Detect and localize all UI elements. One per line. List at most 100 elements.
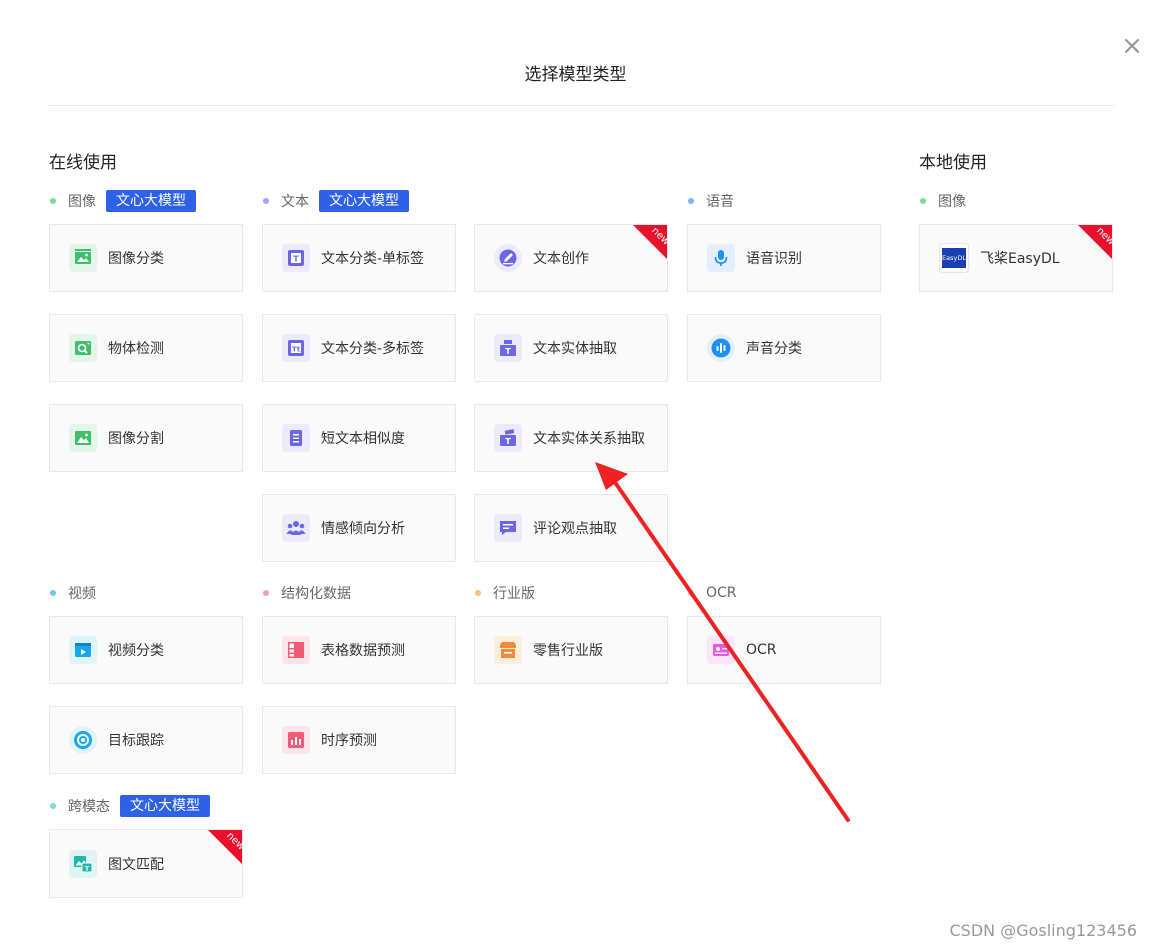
group-dot	[688, 590, 694, 596]
card-table-data-prediction[interactable]: 表格数据预测	[262, 616, 456, 684]
image-icon	[69, 244, 97, 272]
card-label: 视频分类	[108, 643, 164, 659]
table-icon	[282, 636, 310, 664]
card-label: 文本实体抽取	[533, 341, 617, 357]
card-label: OCR	[746, 642, 777, 658]
pen-icon	[494, 244, 522, 272]
text-tt-icon: Tt	[282, 334, 310, 362]
card-target-tracking[interactable]: 目标跟踪	[49, 706, 243, 774]
section-local-title: 本地使用	[919, 153, 987, 173]
card-label: 时序预测	[321, 733, 377, 749]
card-label: 短文本相似度	[321, 431, 405, 447]
card-image-text-matching[interactable]: T 图文匹配 new	[49, 829, 243, 898]
users-icon	[282, 514, 310, 542]
card-timeseries-prediction[interactable]: 时序预测	[262, 706, 456, 774]
close-button[interactable]: ×	[1120, 33, 1144, 59]
group-structured: 结构化数据	[261, 581, 351, 605]
image-text-icon: T	[69, 849, 97, 878]
group-speech-label: 语音	[706, 194, 734, 210]
card-label: 声音分类	[746, 341, 802, 357]
group-video-label: 视频	[68, 586, 96, 602]
sound-bars-icon	[707, 334, 735, 362]
card-object-detect[interactable]: 物体检测	[49, 314, 243, 382]
group-text: 文本 文心大模型	[261, 189, 409, 213]
microphone-icon	[707, 244, 735, 272]
card-entity-extraction[interactable]: T 文本实体抽取	[474, 314, 668, 382]
video-play-icon	[69, 636, 97, 664]
group-dot	[688, 198, 694, 204]
group-video: 视频	[48, 581, 96, 605]
card-ocr[interactable]: OCR	[687, 616, 881, 684]
card-label: 物体检测	[108, 341, 164, 357]
svg-text:T: T	[85, 864, 90, 872]
card-label: 语音识别	[746, 251, 802, 267]
image-icon	[69, 424, 97, 452]
card-sound-classification[interactable]: 声音分类	[687, 314, 881, 382]
card-speech-recognition[interactable]: 语音识别	[687, 224, 881, 292]
title-divider	[48, 105, 1114, 106]
group-local-image: 图像	[918, 189, 966, 213]
group-industry-label: 行业版	[493, 586, 535, 602]
group-image-label: 图像	[68, 194, 96, 210]
card-retail-industry[interactable]: 零售行业版	[474, 616, 668, 684]
card-text-single-label[interactable]: T 文本分类-单标签	[262, 224, 456, 292]
group-dot	[263, 590, 269, 596]
card-label: 情感倾向分析	[321, 521, 405, 537]
group-dot	[50, 803, 56, 809]
card-label: 评论观点抽取	[533, 521, 617, 537]
card-paddle-easydl[interactable]: EasyDL 飞桨EasyDL new	[919, 224, 1113, 292]
group-dot	[263, 198, 269, 204]
card-label: 目标跟踪	[108, 733, 164, 749]
card-relation-extraction[interactable]: T 文本实体关系抽取	[474, 404, 668, 472]
group-local-image-label: 图像	[938, 194, 966, 210]
llm-badge: 文心大模型	[106, 190, 196, 212]
group-dot	[50, 590, 56, 596]
group-speech: 语音	[686, 189, 734, 213]
card-label: 图文匹配	[108, 856, 164, 873]
group-image: 图像 文心大模型	[48, 189, 196, 213]
card-opinion-extraction[interactable]: 评论观点抽取	[474, 494, 668, 562]
card-image-classify[interactable]: 图像分类	[49, 224, 243, 292]
card-label: 文本分类-多标签	[321, 341, 425, 357]
section-online-title: 在线使用	[49, 153, 117, 173]
card-short-text-similarity[interactable]: 短文本相似度	[262, 404, 456, 472]
group-dot	[920, 198, 926, 204]
entity-icon: T	[494, 334, 522, 362]
svg-text:T: T	[293, 255, 299, 264]
svg-text:Tt: Tt	[292, 346, 301, 354]
text-t-icon: T	[282, 244, 310, 272]
card-label: 文本创作	[533, 251, 589, 267]
group-structured-label: 结构化数据	[281, 586, 351, 602]
card-video-classify[interactable]: 视频分类	[49, 616, 243, 684]
group-text-label: 文本	[281, 194, 309, 210]
easydl-logo-text: EasyDL	[942, 254, 966, 262]
card-label: 图像分类	[108, 251, 164, 267]
dialog-title: 选择模型类型	[524, 65, 627, 85]
card-image-segment[interactable]: 图像分割	[49, 404, 243, 472]
document-icon	[282, 424, 310, 452]
group-dot	[475, 590, 481, 596]
card-label: 文本实体关系抽取	[533, 431, 645, 447]
store-icon	[494, 636, 522, 664]
svg-text:T: T	[505, 437, 511, 446]
card-text-creation[interactable]: 文本创作 new	[474, 224, 668, 292]
card-sentiment-analysis[interactable]: 情感倾向分析	[262, 494, 456, 562]
bar-chart-icon	[282, 726, 310, 754]
card-label: 表格数据预测	[321, 643, 405, 659]
target-icon	[69, 726, 97, 754]
group-crossmodal-label: 跨模态	[68, 799, 110, 815]
llm-badge: 文心大模型	[120, 795, 210, 817]
llm-badge: 文心大模型	[319, 190, 409, 212]
group-crossmodal: 跨模态 文心大模型	[48, 794, 210, 818]
group-industry: 行业版	[473, 581, 535, 605]
svg-text:T: T	[505, 347, 511, 356]
card-label: 零售行业版	[533, 643, 603, 659]
group-ocr: OCR	[686, 581, 737, 605]
watermark: CSDN @Gosling123456	[949, 921, 1138, 940]
group-dot	[50, 198, 56, 204]
card-text-multi-label[interactable]: Tt 文本分类-多标签	[262, 314, 456, 382]
card-label: 飞桨EasyDL	[980, 251, 1060, 267]
comment-icon	[494, 514, 522, 542]
card-label: 文本分类-单标签	[321, 251, 425, 267]
group-ocr-label: OCR	[706, 585, 737, 601]
